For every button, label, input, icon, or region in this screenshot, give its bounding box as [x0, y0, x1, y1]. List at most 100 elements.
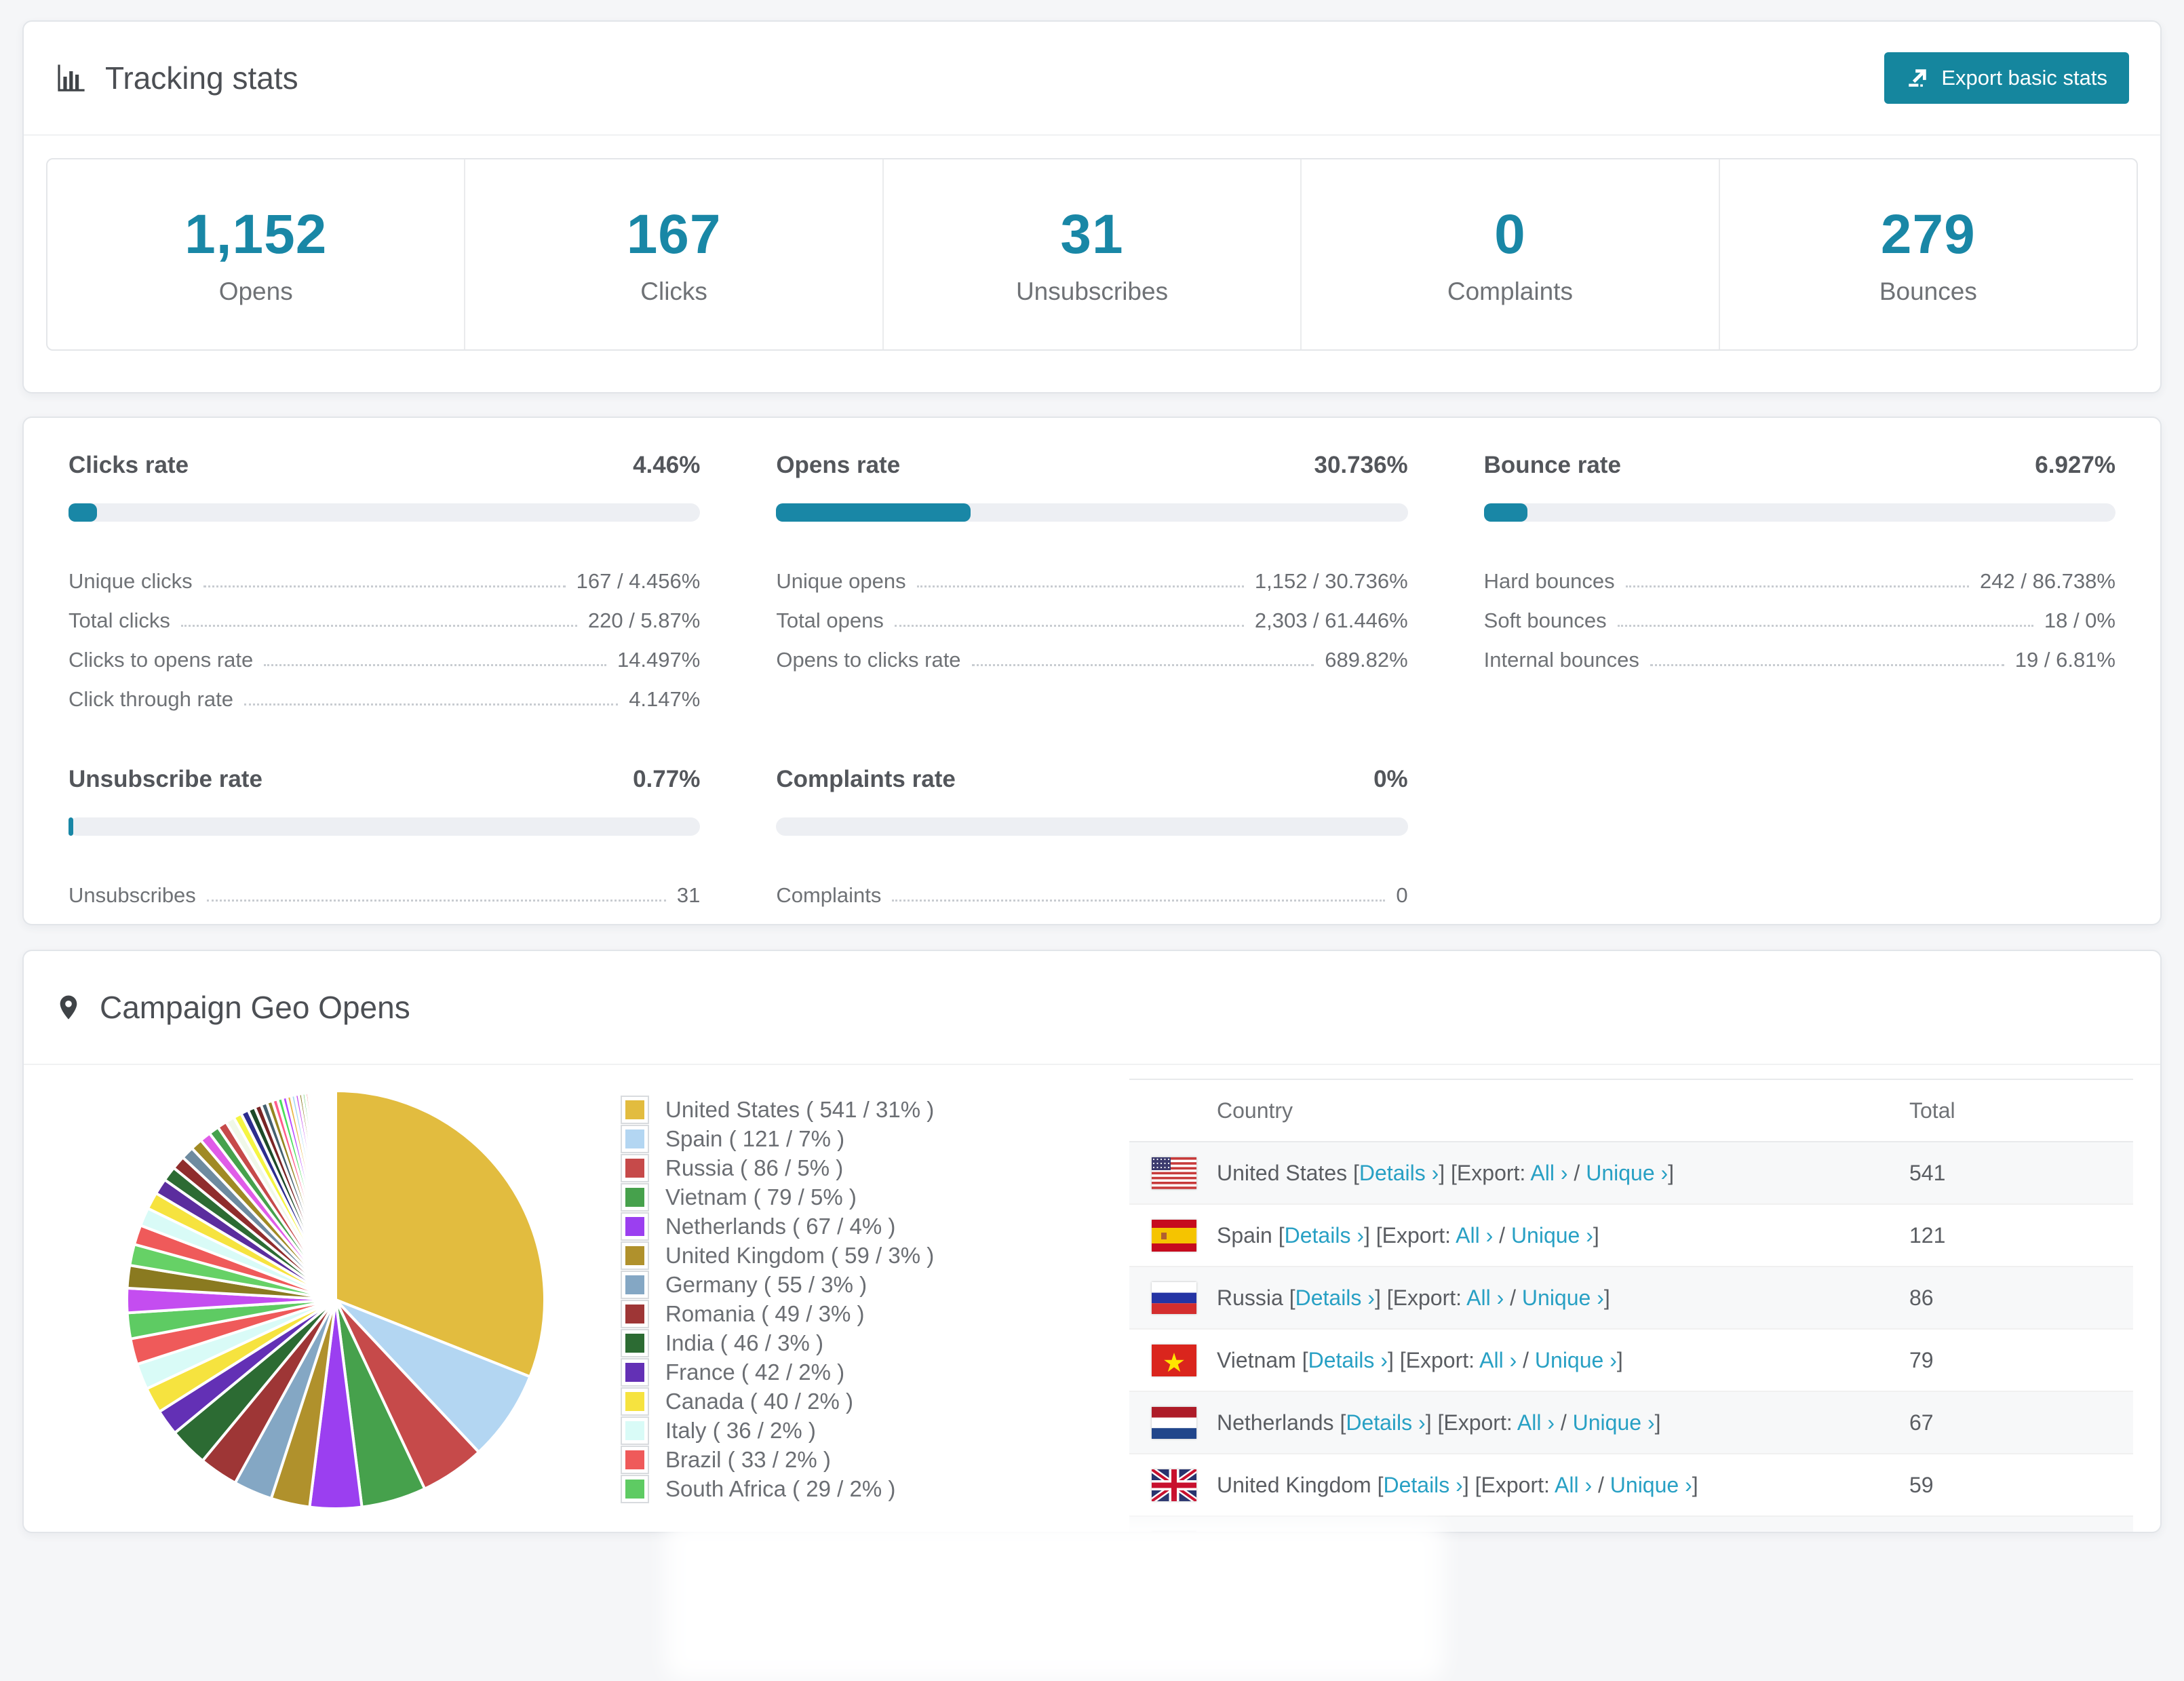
bracket: [	[1353, 1160, 1359, 1185]
rate-detail-row: Clicks to opens rate 14.497%	[69, 633, 700, 672]
export-label: Export:	[1382, 1222, 1456, 1248]
rate-detail-value: 689.82%	[1325, 648, 1408, 672]
rate-detail-row: Unique opens 1,152 / 30.736%	[776, 554, 1407, 594]
legend-item-spain: Spain ( 121 / 7% )	[621, 1124, 1116, 1153]
export-all-link[interactable]: All ›	[1517, 1410, 1555, 1435]
export-label: Export:	[1392, 1285, 1467, 1310]
floating-overlay-blur	[665, 1518, 1445, 1681]
export-all-link[interactable]: All ›	[1555, 1473, 1592, 1497]
rate-progress-fill	[69, 503, 97, 522]
legend-item-brazil: Brazil ( 33 / 2% )	[621, 1445, 1116, 1474]
export-icon	[1909, 69, 1927, 87]
legend-label: United States ( 541 / 31% )	[665, 1096, 935, 1122]
rate-progress-fill	[69, 817, 74, 836]
export-basic-stats-button[interactable]: Export basic stats	[1884, 52, 2129, 104]
legend-swatch	[621, 1182, 649, 1212]
legend-swatch	[621, 1299, 649, 1328]
rate-value: 4.46%	[633, 452, 701, 478]
bracket: ] [	[1387, 1347, 1406, 1372]
bracket: [	[1289, 1285, 1295, 1310]
rate-detail-value: 4.147%	[629, 687, 701, 711]
rate-block-unsubscribe-rate: Unsubscribe rate 0.77% Unsubscribes 31	[69, 766, 701, 908]
legend-item-italy: Italy ( 36 / 2% )	[621, 1416, 1116, 1445]
dotted-leader	[892, 900, 1386, 902]
dotted-leader	[243, 703, 619, 706]
export-unique-link[interactable]: Unique ›	[1535, 1348, 1617, 1372]
rate-detail-row: Unsubscribes 31	[69, 868, 700, 908]
country-total: 86	[1909, 1285, 1934, 1310]
rate-title: Unsubscribe rate	[69, 766, 262, 792]
rate-title: Clicks rate	[69, 452, 189, 478]
rate-head: Unsubscribe rate 0.77%	[69, 766, 700, 793]
bracket: [	[1302, 1347, 1308, 1372]
bracket: ]	[1593, 1222, 1599, 1248]
dotted-leader	[180, 625, 577, 627]
country-name: United States	[1217, 1160, 1348, 1185]
stat-cell-opens: 1,152 Opens	[47, 159, 466, 349]
country-links-text: Russia [Details ›] [Export: All › / Uniq…	[1217, 1286, 1610, 1311]
legend-item-netherlands: Netherlands ( 67 / 4% )	[621, 1212, 1116, 1241]
export-all-link[interactable]: All ›	[1456, 1223, 1493, 1248]
legend-swatch	[621, 1474, 649, 1503]
details-link[interactable]: Details ›	[1308, 1348, 1388, 1372]
rate-detail-label: Clicks to opens rate	[69, 648, 254, 672]
country-name: Netherlands	[1217, 1410, 1334, 1435]
geo-title: Campaign Geo Opens	[100, 990, 410, 1025]
dotted-leader	[916, 585, 1244, 587]
export-unique-link[interactable]: Unique ›	[1586, 1161, 1668, 1185]
slash: /	[1592, 1472, 1610, 1497]
stat-cell-bounces: 279 Bounces	[1720, 159, 2137, 349]
rate-block-clicks-rate: Clicks rate 4.46% Unique clicks 167 / 4.456…	[69, 452, 701, 712]
details-link[interactable]: Details ›	[1285, 1223, 1364, 1248]
rate-value: 30.736%	[1314, 452, 1408, 478]
details-link[interactable]: Details ›	[1346, 1410, 1425, 1435]
gb-flag-icon	[1152, 1469, 1196, 1501]
bracket: ]	[1616, 1347, 1623, 1372]
details-link[interactable]: Details ›	[1383, 1473, 1462, 1497]
export-all-link[interactable]: All ›	[1530, 1161, 1567, 1185]
rate-detail-label: Hard bounces	[1483, 569, 1615, 593]
details-link[interactable]: Details ›	[1295, 1286, 1375, 1310]
geo-opens-pie-chart[interactable]	[112, 1066, 560, 1533]
stat-value: 31	[1060, 204, 1124, 265]
country-cell: Germany [Details ›] [Export: All › / Uni…	[1129, 1531, 1909, 1532]
export-all-link[interactable]: All ›	[1479, 1348, 1517, 1372]
bracket: ] [	[1462, 1472, 1481, 1497]
legend-label: Vietnam ( 79 / 5% )	[665, 1184, 857, 1210]
rate-value: 0%	[1373, 766, 1408, 792]
export-unique-link[interactable]: Unique ›	[1610, 1473, 1692, 1497]
export-unique-link[interactable]: Unique ›	[1522, 1286, 1604, 1310]
es-flag-icon	[1152, 1219, 1196, 1252]
bracket: ] [	[1439, 1160, 1457, 1185]
export-unique-link[interactable]: Unique ›	[1573, 1410, 1655, 1435]
bracket: ] [	[1374, 1285, 1393, 1310]
details-link[interactable]: Details ›	[1359, 1161, 1439, 1185]
rate-progress-fill	[1483, 503, 1528, 522]
rate-head: Clicks rate 4.46%	[69, 452, 700, 479]
stat-label: Opens	[218, 277, 293, 305]
geo-pie-wrap	[51, 1065, 621, 1533]
country-total: 67	[1909, 1410, 1934, 1435]
legend-item-romania: Romania ( 49 / 3% )	[621, 1299, 1116, 1328]
rate-block-complaints-rate: Complaints rate 0% Complaints 0	[776, 766, 1408, 908]
export-all-link[interactable]: All ›	[1466, 1286, 1504, 1310]
country-total: 59	[1909, 1472, 1934, 1497]
legend-label: Canada ( 40 / 2% )	[665, 1388, 853, 1414]
rate-detail-label: Total opens	[776, 608, 884, 632]
stat-label: Complaints	[1447, 277, 1573, 305]
geo-table-row-nl: Netherlands [Details ›] [Export: All › /…	[1129, 1392, 2133, 1454]
rate-detail-row: Complaints 0	[776, 868, 1407, 908]
rate-detail-row: Unique clicks 167 / 4.456%	[69, 554, 700, 594]
export-unique-link[interactable]: Unique ›	[1511, 1223, 1593, 1248]
rate-progress-track	[69, 817, 701, 836]
country-name: Spain	[1217, 1222, 1272, 1248]
pie-slice[interactable]	[333, 1089, 337, 1301]
geo-table-header: Country Total	[1129, 1079, 2133, 1142]
rate-progress-track	[69, 503, 701, 522]
stat-label: Clicks	[640, 277, 707, 305]
rate-detail-row: Internal bounces 19 / 6.81%	[1484, 633, 2115, 672]
legend-label: United Kingdom ( 59 / 3% )	[665, 1242, 935, 1268]
country-links-text: Spain [Details ›] [Export: All › / Uniqu…	[1217, 1223, 1599, 1248]
rate-block-opens-rate: Opens rate 30.736% Unique opens 1,152 / 30.…	[776, 452, 1408, 712]
rate-detail-value: 242 / 86.738%	[1980, 569, 2115, 593]
